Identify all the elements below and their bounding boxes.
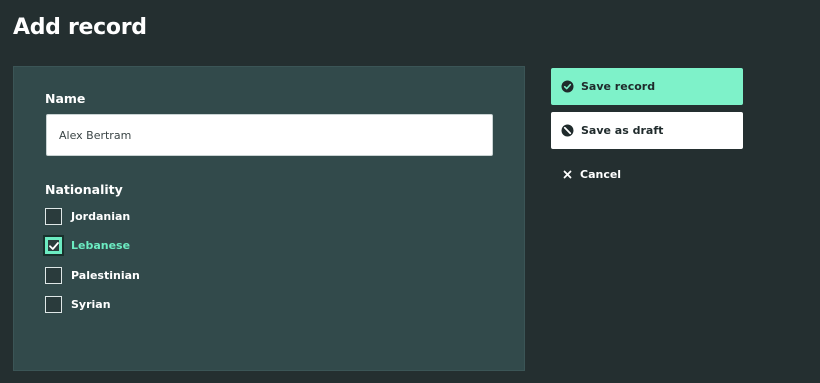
page-title: Add record (13, 15, 147, 40)
check-circle-icon (561, 80, 574, 93)
checkmark-icon (48, 241, 59, 250)
cancel-label: Cancel (580, 167, 622, 181)
checkbox-lebanese[interactable]: Lebanese (45, 237, 130, 254)
checkbox-box[interactable] (45, 208, 62, 225)
name-input[interactable] (46, 114, 493, 156)
checkbox-box[interactable] (45, 296, 62, 313)
checkbox-palestinian[interactable]: Palestinian (45, 267, 140, 284)
checkbox-box[interactable] (45, 267, 62, 284)
save-record-label: Save record (581, 80, 656, 93)
form-panel: Name Nationality Jordanian Lebanese Pale… (13, 66, 525, 371)
checkbox-label: Syrian (71, 298, 111, 311)
close-icon (563, 170, 572, 179)
cancel-button[interactable]: Cancel (563, 166, 621, 182)
save-draft-label: Save as draft (581, 124, 664, 137)
checkbox-label: Lebanese (71, 239, 131, 252)
checkbox-jordanian[interactable]: Jordanian (45, 208, 130, 225)
checkbox-label: Palestinian (71, 269, 140, 282)
checkbox-syrian[interactable]: Syrian (45, 296, 111, 313)
save-draft-button[interactable]: Save as draft (551, 112, 743, 149)
checkbox-box-checked[interactable] (45, 237, 62, 254)
nationality-label: Nationality (45, 182, 123, 197)
save-record-button[interactable]: Save record (551, 68, 743, 105)
no-entry-icon (561, 124, 574, 137)
name-label: Name (45, 91, 86, 106)
checkbox-label: Jordanian (71, 210, 131, 223)
